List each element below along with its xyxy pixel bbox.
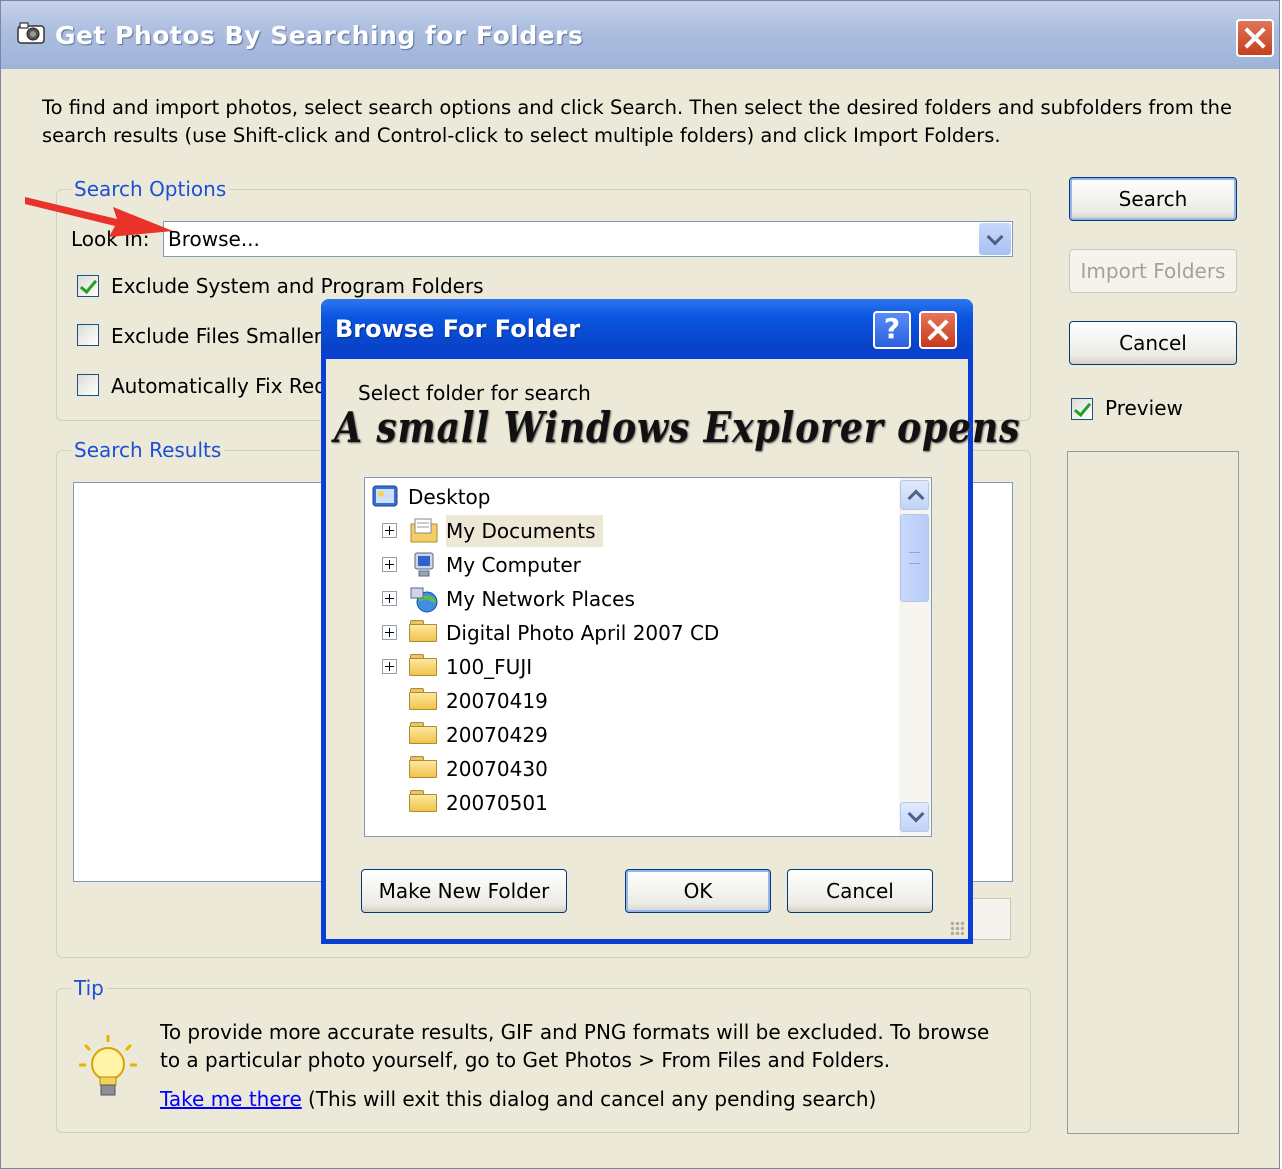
exclude-system-checkbox[interactable] — [77, 275, 99, 297]
folder-tree[interactable]: Desktop My Documents My Computer My Network… — [364, 477, 932, 837]
ok-button[interactable]: OK — [625, 869, 771, 913]
import-folders-button[interactable]: Import Folders — [1069, 249, 1237, 293]
preview-pane — [1067, 451, 1239, 1134]
tree-item[interactable]: My Network Places — [446, 583, 635, 615]
scroll-thumb[interactable] — [900, 514, 929, 602]
search-button[interactable]: Search — [1069, 177, 1237, 221]
preview-checkbox[interactable] — [1071, 398, 1093, 420]
browse-for-folder-dialog: Browse For Folder ? Select folder for se… — [321, 299, 1019, 944]
tip-legend: Tip — [71, 976, 107, 1000]
dialog-body: Select folder for search A small Windows… — [326, 359, 1019, 939]
my-documents-icon — [409, 518, 439, 548]
scroll-down-button[interactable] — [900, 802, 929, 832]
tree-item[interactable]: Desktop — [408, 481, 490, 513]
tree-item[interactable]: 20070430 — [446, 753, 548, 785]
exclude-small-files-checkbox[interactable] — [77, 324, 99, 346]
camera-app-icon — [17, 22, 45, 44]
my-computer-icon — [409, 552, 439, 584]
tree-item[interactable]: Digital Photo April 2007 CD — [446, 617, 719, 649]
look-in-dropdown[interactable]: Browse... — [163, 221, 1013, 257]
preview-label[interactable]: Preview — [1105, 396, 1183, 420]
auto-fix-red-eye-label[interactable]: Automatically Fix Red — [111, 374, 327, 398]
lightbulb-icon — [79, 1035, 137, 1096]
expand-icon[interactable] — [382, 659, 397, 674]
folder-icon — [409, 722, 439, 744]
exclude-system-label[interactable]: Exclude System and Program Folders — [111, 274, 484, 298]
exclude-small-files-label[interactable]: Exclude Files Smaller T — [111, 324, 341, 348]
dialog-close-button[interactable] — [919, 311, 957, 349]
auto-fix-red-eye-checkbox[interactable] — [77, 374, 99, 396]
tip-text: To provide more accurate results, GIF an… — [160, 1020, 990, 1072]
tree-item[interactable]: My Computer — [446, 549, 581, 581]
help-button[interactable]: ? — [873, 311, 911, 349]
window-titlebar[interactable]: Get Photos By Searching for Folders — [1, 1, 1279, 69]
expand-icon[interactable] — [382, 557, 397, 572]
dialog-titlebar[interactable]: Browse For Folder ? — [321, 299, 973, 359]
expand-icon[interactable] — [382, 591, 397, 606]
folder-icon — [409, 756, 439, 778]
tip-link-note: (This will exit this dialog and cancel a… — [308, 1087, 877, 1111]
take-me-there-link[interactable]: Take me there — [160, 1087, 302, 1111]
tree-item[interactable]: 20070501 — [446, 787, 548, 819]
tree-item[interactable]: 100_FUJI — [446, 651, 532, 683]
scroll-up-button[interactable] — [900, 480, 929, 510]
tree-item[interactable]: My Documents — [446, 515, 604, 547]
tree-item[interactable]: 20070419 — [446, 685, 548, 717]
network-places-icon — [409, 586, 441, 618]
expand-icon[interactable] — [382, 625, 397, 640]
get-photos-window: Get Photos By Searching for Folders To f… — [0, 0, 1280, 1169]
folder-icon — [409, 620, 439, 642]
folder-icon — [409, 654, 439, 676]
tree-scrollbar[interactable] — [899, 478, 931, 836]
expand-icon[interactable] — [382, 523, 397, 538]
look-in-value: Browse... — [168, 227, 260, 251]
search-results-legend: Search Results — [71, 438, 225, 462]
dialog-title: Browse For Folder — [335, 315, 581, 343]
resize-grip-icon[interactable] — [950, 921, 964, 935]
window-title: Get Photos By Searching for Folders — [55, 21, 584, 50]
folder-icon — [409, 688, 439, 710]
cancel-button[interactable]: Cancel — [1069, 321, 1237, 365]
make-new-folder-button[interactable]: Make New Folder — [361, 869, 567, 913]
intro-text: To find and import photos, select search… — [42, 96, 1232, 147]
red-arrow-annotation — [25, 197, 173, 237]
tree-item[interactable]: 20070429 — [446, 719, 548, 751]
window-close-button[interactable] — [1236, 19, 1274, 57]
desktop-icon — [371, 484, 401, 514]
folder-icon — [409, 790, 439, 812]
chevron-down-icon[interactable] — [979, 223, 1011, 255]
annotation-caption: A small Windows Explorer opens — [334, 403, 1021, 452]
dialog-prompt: Select folder for search — [358, 381, 591, 405]
dialog-cancel-button[interactable]: Cancel — [787, 869, 933, 913]
